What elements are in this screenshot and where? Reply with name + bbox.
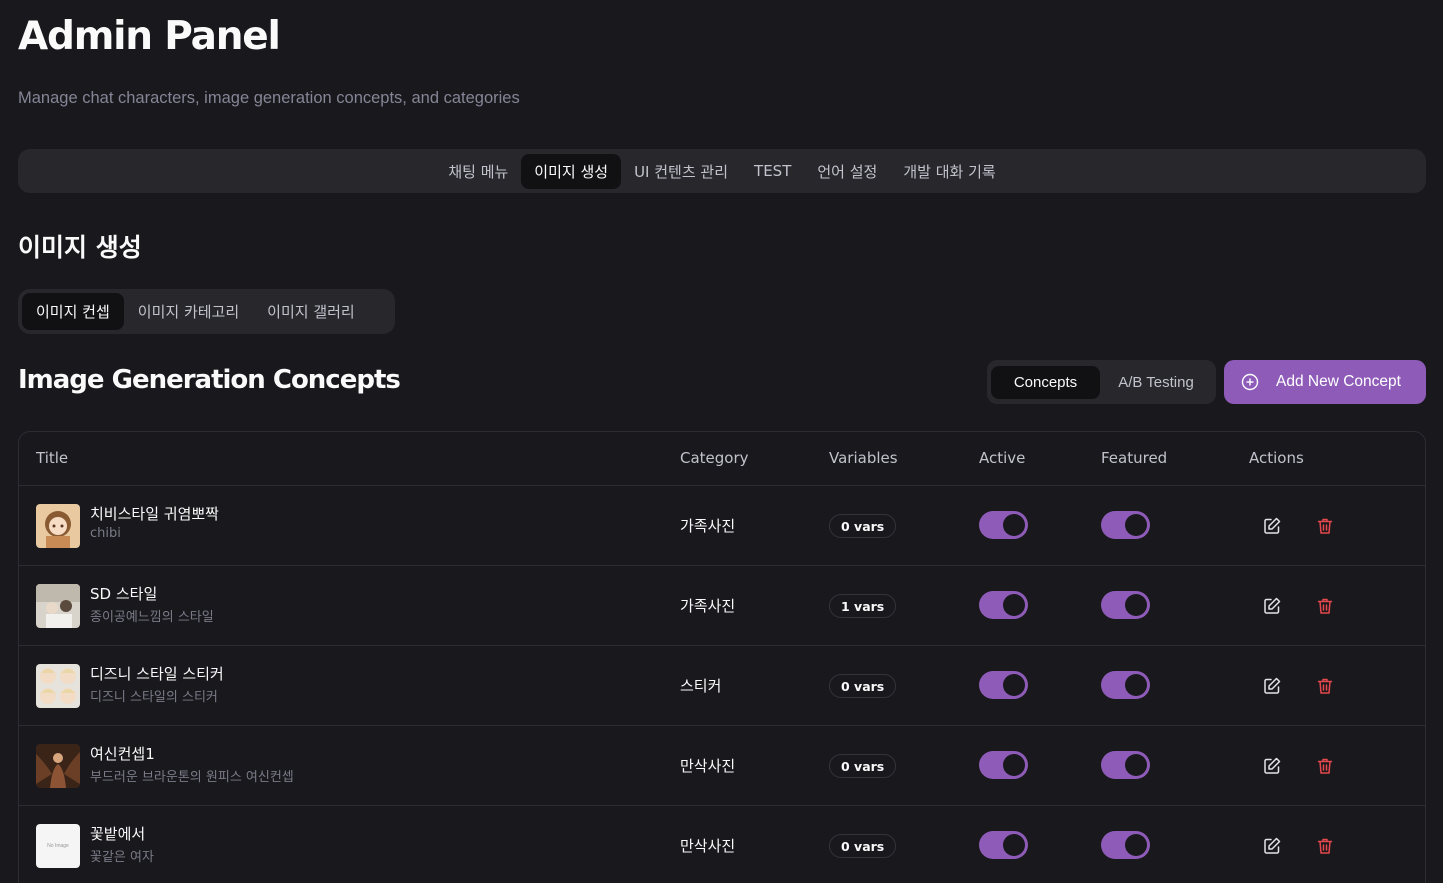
concept-thumbnail: [36, 664, 80, 708]
concepts-table: Title Category Variables Active Featured…: [18, 431, 1426, 883]
edit-icon[interactable]: [1262, 676, 1282, 696]
trash-icon[interactable]: [1315, 836, 1335, 856]
concept-title: 디즈니 스타일 스티커: [90, 665, 224, 683]
concept-category: 가족사진: [680, 517, 736, 535]
concept-thumbnail: [36, 584, 80, 628]
concept-subtitle: 디즈니 스타일의 스티커: [90, 690, 218, 705]
concept-category: 만삭사진: [680, 757, 736, 775]
page-subtitle: Manage chat characters, image generation…: [18, 89, 520, 107]
concepts-title: Image Generation Concepts: [18, 365, 401, 395]
featured-toggle[interactable]: [1101, 831, 1150, 859]
page-title: Admin Panel: [18, 14, 281, 59]
featured-toggle[interactable]: [1101, 591, 1150, 619]
trash-icon[interactable]: [1315, 516, 1335, 536]
active-toggle[interactable]: [979, 671, 1028, 699]
active-toggle[interactable]: [979, 511, 1028, 539]
concept-subtitle: 부드러운 브라운톤의 원피스 여신컨셉: [90, 770, 294, 785]
featured-toggle[interactable]: [1101, 511, 1150, 539]
tab-image-generation[interactable]: 이미지 생성: [521, 153, 622, 189]
main-tabs: 채팅 메뉴 이미지 생성 UI 컨텐츠 관리 TEST 언어 설정 개발 대화 …: [18, 149, 1426, 193]
edit-icon[interactable]: [1262, 516, 1282, 536]
header-actions: Actions: [1249, 449, 1304, 467]
concept-category: 가족사진: [680, 597, 736, 615]
subtab-image-gallery[interactable]: 이미지 갤러리: [253, 293, 369, 330]
concept-subtitle: chibi: [90, 526, 121, 541]
subtab-image-concept[interactable]: 이미지 컨셉: [22, 293, 124, 330]
tab-chat-menu[interactable]: 채팅 메뉴: [435, 154, 521, 189]
table-row: 치비스타일 귀염뽀짝 chibi 가족사진 0 vars: [19, 486, 1425, 566]
concept-category: 만삭사진: [680, 837, 736, 855]
concepts-view-button[interactable]: Concepts: [991, 365, 1100, 399]
featured-toggle[interactable]: [1101, 751, 1150, 779]
header-category[interactable]: Category: [680, 449, 749, 467]
plus-circle-icon: [1241, 373, 1259, 391]
header-title[interactable]: Title: [36, 449, 68, 467]
add-new-concept-button[interactable]: Add New Concept: [1224, 360, 1426, 404]
concept-thumbnail: No Image: [36, 824, 80, 868]
concept-subtitle: 종이공예느낌의 스타일: [90, 610, 214, 625]
tab-dev-chat-log[interactable]: 개발 대화 기록: [890, 154, 1008, 189]
subtab-image-category[interactable]: 이미지 카테고리: [124, 293, 253, 330]
edit-icon[interactable]: [1262, 836, 1282, 856]
active-toggle[interactable]: [979, 591, 1028, 619]
sub-tabs: 이미지 컨셉 이미지 카테고리 이미지 갤러리: [18, 289, 395, 334]
tab-ui-content[interactable]: UI 컨텐츠 관리: [621, 154, 741, 189]
add-button-label: Add New Concept: [1276, 373, 1401, 390]
header-active[interactable]: Active: [979, 449, 1025, 467]
concept-title: 꽃밭에서: [90, 825, 146, 843]
trash-icon[interactable]: [1315, 596, 1335, 616]
table-row: 디즈니 스타일 스티커 디즈니 스타일의 스티커 스티커 0 vars: [19, 646, 1425, 726]
table-row: No Image 꽃밭에서 꽃같은 여자 만삭사진 0 vars: [19, 806, 1425, 883]
concept-title: 여신컨셉1: [90, 745, 155, 763]
trash-icon[interactable]: [1315, 676, 1335, 696]
table-header: Title Category Variables Active Featured…: [19, 432, 1425, 486]
vars-badge: 0 vars: [829, 674, 897, 698]
vars-badge: 0 vars: [829, 514, 897, 538]
edit-icon[interactable]: [1262, 756, 1282, 776]
featured-toggle[interactable]: [1101, 671, 1150, 699]
tab-language-settings[interactable]: 언어 설정: [804, 154, 890, 189]
concept-category: 스티커: [680, 677, 722, 695]
concept-subtitle: 꽃같은 여자: [90, 850, 154, 865]
no-image-text: No Image: [47, 843, 69, 849]
trash-icon[interactable]: [1315, 756, 1335, 776]
vars-badge: 0 vars: [829, 754, 897, 778]
table-row: SD 스타일 종이공예느낌의 스타일 가족사진 1 vars: [19, 566, 1425, 646]
header-featured[interactable]: Featured: [1101, 449, 1167, 467]
active-toggle[interactable]: [979, 831, 1028, 859]
concept-thumbnail: [36, 744, 80, 788]
edit-icon[interactable]: [1262, 596, 1282, 616]
vars-badge: 1 vars: [829, 594, 897, 618]
concept-title: SD 스타일: [90, 585, 158, 603]
ab-testing-view-button[interactable]: A/B Testing: [1100, 366, 1212, 399]
tab-test[interactable]: TEST: [741, 155, 804, 187]
table-row: 여신컨셉1 부드러운 브라운톤의 원피스 여신컨셉 만삭사진 0 vars: [19, 726, 1425, 806]
header-variables[interactable]: Variables: [829, 449, 898, 467]
view-toggle: Concepts A/B Testing: [987, 360, 1216, 404]
concept-thumbnail: [36, 504, 80, 548]
concept-title: 치비스타일 귀염뽀짝: [90, 505, 219, 523]
vars-badge: 0 vars: [829, 834, 897, 858]
section-title: 이미지 생성: [18, 233, 142, 262]
active-toggle[interactable]: [979, 751, 1028, 779]
